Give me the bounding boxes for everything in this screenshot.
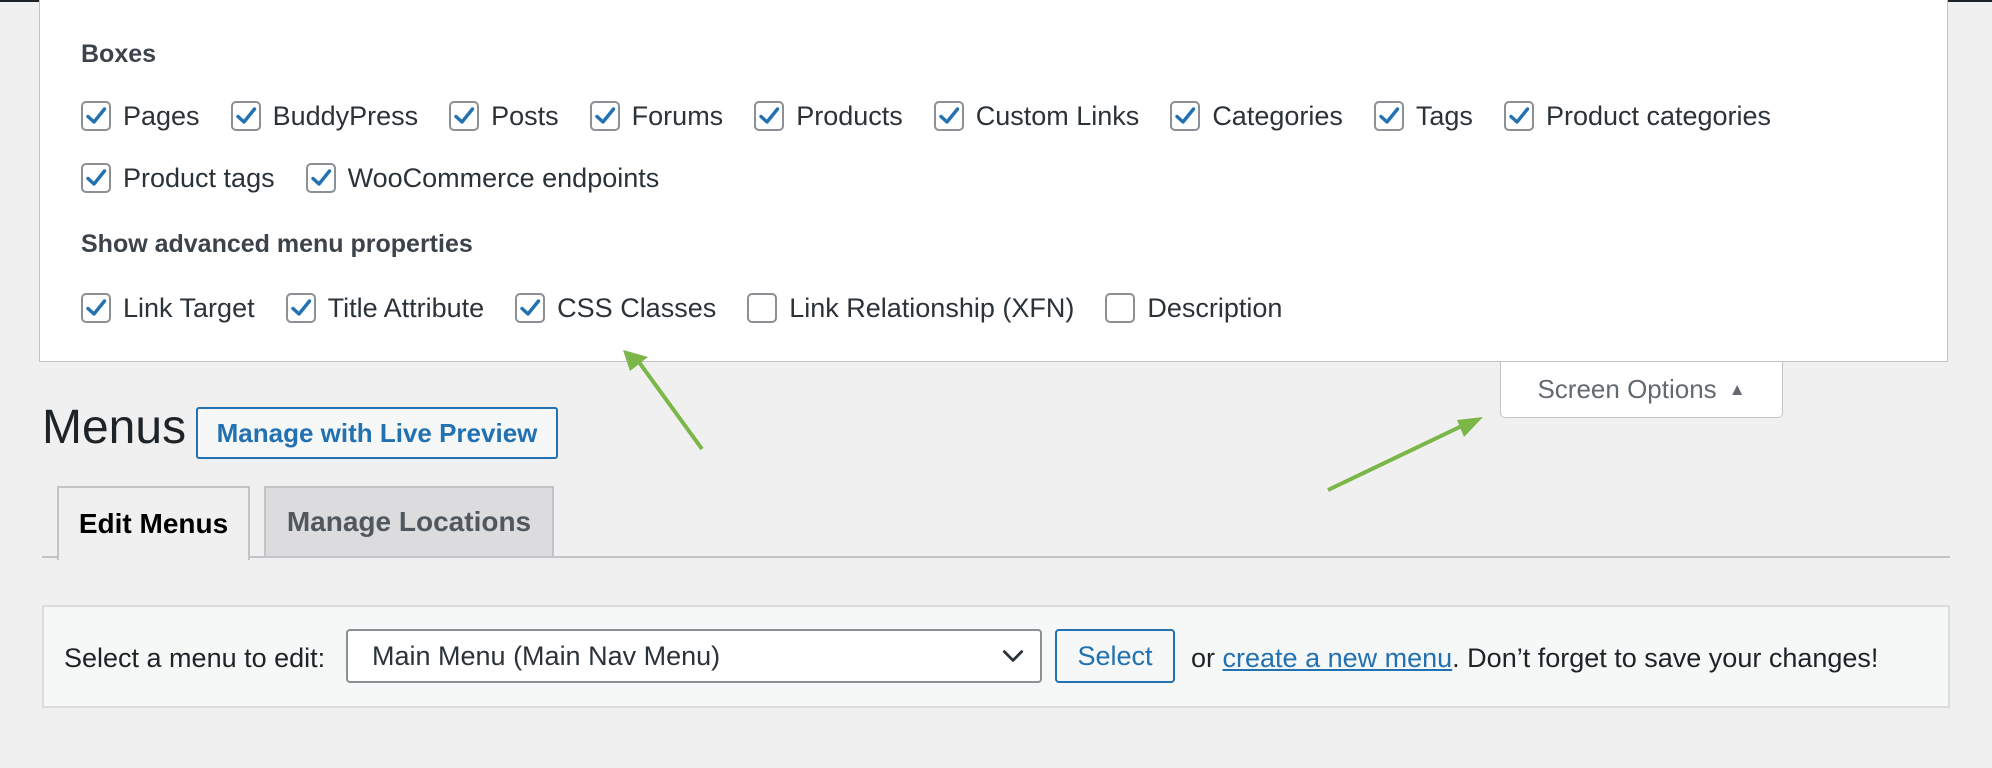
checkmark-icon <box>594 107 615 124</box>
checkbox-box[interactable] <box>1373 101 1404 131</box>
checkbox-box[interactable] <box>81 101 111 131</box>
checkbox-label: Product tags <box>123 162 275 193</box>
checkbox-product-tags[interactable]: Product tags <box>81 160 275 196</box>
checkbox-box[interactable] <box>1105 293 1136 323</box>
checkmark-icon <box>310 169 331 186</box>
boxes-row-2: Product tags WooCommerce endpoints <box>81 160 690 196</box>
screen-options-label: Screen Options <box>1537 374 1717 404</box>
checkbox-box[interactable] <box>589 101 620 131</box>
checkbox-box[interactable] <box>747 293 778 323</box>
checkbox-label: Link Relationship (XFN) <box>789 292 1075 323</box>
checkbox-label: Description <box>1147 292 1283 323</box>
tab-bar-baseline <box>42 556 1950 558</box>
checkbox-label: Custom Links <box>975 100 1140 131</box>
checkbox-link-relationship-xfn[interactable]: Link Relationship (XFN) <box>747 290 1074 326</box>
manage-menus-box: Select a menu to edit: Main Menu (Main N… <box>42 605 1950 708</box>
menu-help-text: or create a new menu. Don’t forget to sa… <box>1191 643 1878 674</box>
checkbox-label: Tags <box>1415 100 1473 131</box>
checkbox-box[interactable] <box>81 293 111 323</box>
checkbox-box[interactable] <box>754 101 785 131</box>
advanced-properties-row: Link Target Title Attribute CSS Classes Lin… <box>81 290 1313 326</box>
checkbox-box[interactable] <box>81 163 111 193</box>
advanced-properties-heading: Show advanced menu properties <box>81 230 473 258</box>
checkbox-box[interactable] <box>1170 101 1201 131</box>
triangle-up-icon: ▲ <box>1728 379 1746 399</box>
checkbox-label: CSS Classes <box>557 292 717 323</box>
checkmark-icon <box>235 107 256 124</box>
checkmark-icon <box>1379 107 1400 124</box>
select-menu-label: Select a menu to edit: <box>64 643 326 673</box>
checkbox-woocommerce-endpoints[interactable]: WooCommerce endpoints <box>305 160 660 196</box>
checkmark-icon <box>290 299 311 316</box>
menu-select-value: Main Menu (Main Nav Menu) <box>372 640 721 671</box>
boxes-heading: Boxes <box>81 40 157 68</box>
checkbox-box[interactable] <box>933 101 964 131</box>
checkmark-icon <box>520 299 541 316</box>
screen-options-toggle[interactable]: Screen Options ▲ <box>1500 362 1783 418</box>
checkbox-label: Categories <box>1212 100 1343 131</box>
page-title: Menus <box>42 401 187 454</box>
checkbox-box[interactable] <box>230 101 261 131</box>
checkbox-label: Link Target <box>123 292 255 323</box>
checkbox-products[interactable]: Products <box>754 98 903 134</box>
checkbox-product-categories[interactable]: Product categories <box>1503 98 1772 134</box>
checkmark-icon <box>759 107 780 124</box>
checkbox-label: Pages <box>123 100 200 131</box>
checkbox-tags[interactable]: Tags <box>1373 98 1473 134</box>
checkmark-icon <box>86 299 107 316</box>
checkbox-label: WooCommerce endpoints <box>347 162 660 193</box>
checkbox-forums[interactable]: Forums <box>589 98 724 134</box>
checkbox-buddypress[interactable]: BuddyPress <box>230 98 419 134</box>
annotation-arrow-screen-options <box>1327 417 1483 492</box>
checkbox-box[interactable] <box>515 293 546 323</box>
checkbox-description[interactable]: Description <box>1105 290 1282 326</box>
checkbox-title-attribute[interactable]: Title Attribute <box>285 290 485 326</box>
manage-live-preview-button[interactable]: Manage with Live Preview <box>196 407 558 459</box>
checkmark-icon <box>86 107 107 124</box>
checkmark-icon <box>939 107 959 124</box>
save-hint-text: . Don’t forget to save your changes! <box>1452 643 1879 673</box>
checkbox-label: Products <box>796 100 903 131</box>
checkbox-css-classes[interactable]: CSS Classes <box>515 290 716 326</box>
checkbox-link-target[interactable]: Link Target <box>81 290 255 326</box>
chevron-down-icon <box>1002 650 1024 662</box>
checkbox-custom-links[interactable]: Custom Links <box>933 98 1140 134</box>
checkbox-posts[interactable]: Posts <box>449 98 559 134</box>
checkbox-label: Product categories <box>1545 100 1772 131</box>
checkbox-label: Forums <box>631 100 724 131</box>
checkbox-box[interactable] <box>1503 101 1534 131</box>
checkbox-label: Title Attribute <box>327 292 485 323</box>
checkbox-box[interactable] <box>285 293 316 323</box>
checkbox-box[interactable] <box>305 163 336 193</box>
create-new-menu-link[interactable]: create a new menu <box>1223 643 1453 673</box>
checkmark-icon <box>1175 107 1196 124</box>
tab-edit-menus[interactable]: Edit Menus <box>57 486 250 560</box>
or-text: or <box>1191 643 1216 673</box>
annotation-arrow-css-classes <box>623 350 704 451</box>
boxes-row-1: Pages BuddyPress Posts Forums Products Custom… <box>81 98 1802 134</box>
menu-select-dropdown[interactable]: Main Menu (Main Nav Menu) <box>346 629 1042 683</box>
checkbox-box[interactable] <box>449 101 480 131</box>
checkmark-icon <box>454 107 475 124</box>
checkbox-label: Posts <box>491 100 559 131</box>
checkbox-label: BuddyPress <box>272 100 419 131</box>
checkbox-pages[interactable]: Pages <box>81 98 200 134</box>
checkmark-icon <box>1509 107 1530 124</box>
screen-options-panel: Boxes Pages BuddyPress Posts Forums Products… <box>39 0 1948 362</box>
checkbox-categories[interactable]: Categories <box>1170 98 1343 134</box>
select-menu-button[interactable]: Select <box>1055 629 1175 683</box>
checkmark-icon <box>86 169 107 186</box>
tab-manage-locations[interactable]: Manage Locations <box>264 486 554 556</box>
